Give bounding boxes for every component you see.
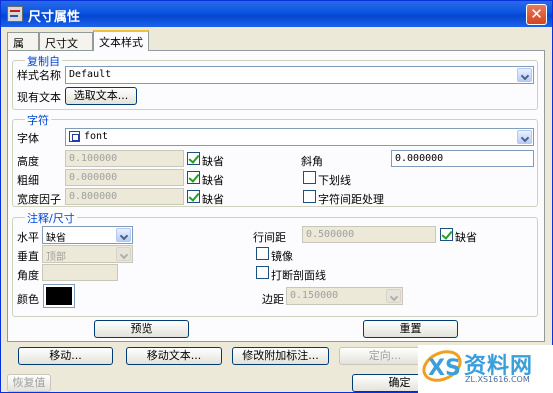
kerning-label: 字符间距处理	[318, 193, 384, 206]
style-name-value: Default	[69, 69, 112, 80]
font-value: font	[84, 131, 109, 142]
watermark-logo-icon: XS	[422, 350, 462, 382]
existing-text-label: 现有文本	[17, 91, 61, 104]
chevron-down-icon	[116, 228, 131, 242]
close-button[interactable]: ✕	[526, 4, 547, 25]
margin-dropdown[interactable]: 0.150000	[286, 287, 403, 305]
vertical-dropdown[interactable]: 顶部	[42, 245, 133, 263]
horizontal-value: 缺省	[46, 233, 66, 244]
watermark: XS 资料网 ZL.XS1616.COM	[418, 345, 553, 393]
height-default-checkbox[interactable]	[187, 152, 200, 165]
height-label: 高度	[17, 155, 39, 168]
color-label: 颜色	[17, 293, 39, 306]
tab-dimension-text[interactable]: 尺寸文本	[39, 32, 93, 66]
note-dimension-legend: 注释/尺寸	[25, 210, 77, 226]
horizontal-dropdown[interactable]: 缺省	[42, 226, 133, 244]
watermark-url: ZL.XS1616.COM	[465, 375, 530, 384]
horizontal-label: 水平	[17, 231, 39, 244]
font-icon	[69, 131, 80, 142]
chevron-down-icon	[116, 247, 131, 261]
color-swatch-button[interactable]	[43, 284, 75, 308]
vertical-label: 垂直	[17, 250, 39, 263]
height-input[interactable]: 0.100000	[65, 150, 184, 167]
line-spacing-input[interactable]: 0.500000	[302, 226, 436, 243]
dimension-properties-dialog: 尺寸属性 ✕ 属性 尺寸文本 文本样式 复制自 样式名称 Default 现有文…	[0, 0, 553, 393]
tab-properties[interactable]: 属性	[7, 32, 39, 66]
break-hatch-checkbox[interactable]	[256, 266, 269, 279]
margin-label: 边距	[262, 293, 284, 306]
line-spacing-label: 行间距	[253, 231, 286, 244]
thickness-default-checkbox[interactable]	[187, 171, 200, 184]
line-spacing-default-checkbox[interactable]	[440, 228, 453, 241]
restore-values-button[interactable]: 恢复值	[7, 374, 51, 392]
text-style-panel: 复制自 样式名称 Default 现有文本 选取文本... 字符 字体 font…	[7, 50, 545, 342]
chevron-down-icon	[386, 289, 401, 303]
mirror-checkbox[interactable]	[256, 247, 269, 260]
edit-attachment-button[interactable]: 修改附加标注...	[232, 347, 329, 365]
style-name-dropdown[interactable]: Default	[65, 66, 534, 84]
font-label: 字体	[17, 132, 39, 145]
select-text-button[interactable]: 选取文本...	[65, 87, 137, 105]
line-spacing-default-label: 缺省	[455, 231, 477, 244]
angle-label: 角度	[17, 269, 39, 282]
mirror-label: 镜像	[271, 250, 293, 263]
preview-button[interactable]: 预览	[94, 320, 189, 338]
width-factor-label: 宽度因子	[17, 193, 61, 206]
title-bar[interactable]: 尺寸属性 ✕	[1, 1, 552, 27]
font-dropdown[interactable]: font	[65, 128, 534, 146]
window-title: 尺寸属性	[28, 10, 81, 25]
break-hatch-label: 打断剖面线	[271, 269, 326, 282]
underline-checkbox[interactable]	[303, 171, 316, 184]
angle-input[interactable]	[42, 264, 118, 281]
width-factor-input[interactable]: 0.800000	[65, 188, 184, 205]
width-factor-default-label: 缺省	[202, 193, 224, 206]
chevron-down-icon	[517, 68, 532, 82]
slant-input[interactable]: 0.000000	[391, 150, 534, 167]
chevron-down-icon	[517, 130, 532, 144]
slant-label: 斜角	[301, 155, 323, 168]
underline-label: 下划线	[318, 174, 351, 187]
margin-value: 0.150000	[290, 290, 339, 301]
move-text-button[interactable]: 移动文本...	[126, 347, 222, 365]
move-button[interactable]: 移动...	[18, 347, 113, 365]
tab-text-style[interactable]: 文本样式	[93, 30, 149, 51]
app-icon	[7, 6, 23, 22]
width-factor-default-checkbox[interactable]	[187, 190, 200, 203]
thickness-default-label: 缺省	[202, 174, 224, 187]
vertical-value: 顶部	[46, 252, 66, 263]
kerning-checkbox[interactable]	[303, 190, 316, 203]
thickness-label: 粗细	[17, 174, 39, 187]
thickness-input[interactable]: 0.000000	[65, 169, 184, 186]
style-name-label: 样式名称	[17, 69, 61, 82]
svg-text:XS: XS	[428, 356, 461, 381]
reset-button[interactable]: 重置	[363, 320, 458, 338]
character-legend: 字符	[25, 112, 51, 128]
height-default-label: 缺省	[202, 155, 224, 168]
